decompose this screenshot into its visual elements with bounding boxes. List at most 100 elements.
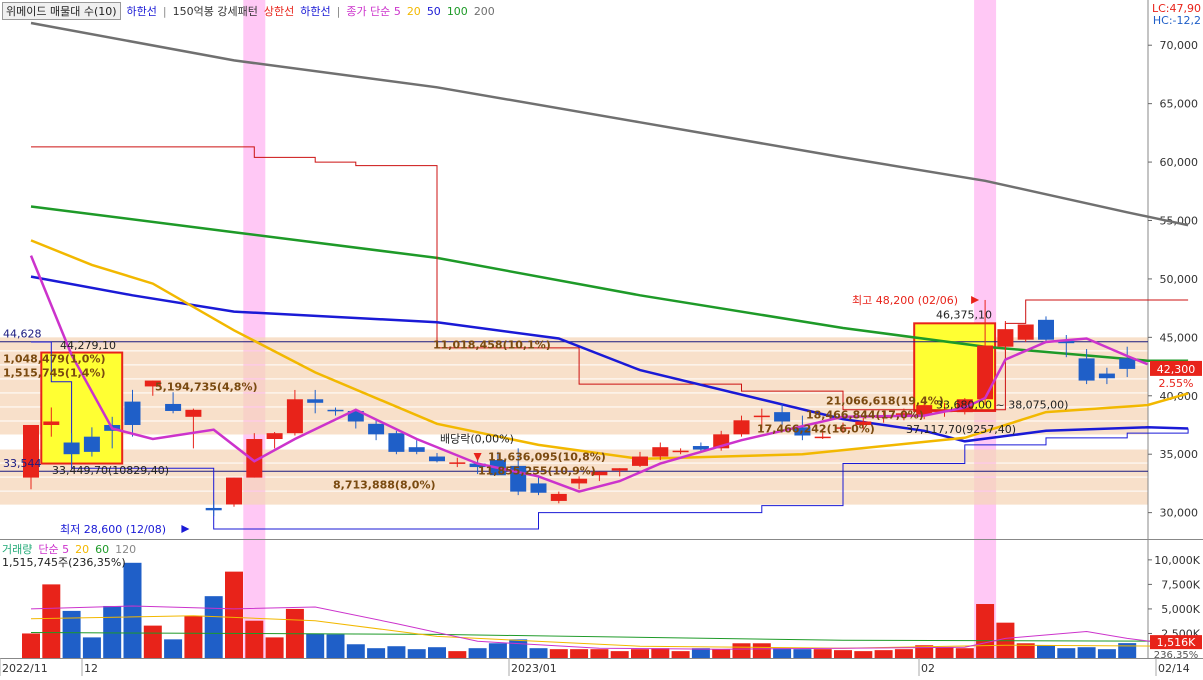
candle-body	[83, 436, 100, 452]
price-chart-panel[interactable]: 70,000 65,000 60,000 55,000 50,000 45,000 40,0…	[0, 0, 1203, 540]
range-label: 33,680,00 ~ 38,075,00)	[936, 399, 1068, 412]
volume-bar	[813, 649, 832, 658]
candle-body	[327, 409, 344, 412]
y-tick-label: 50,000	[1160, 273, 1199, 286]
volume-profile-label: 18,466,844(17,0%)	[806, 408, 924, 421]
volume-bar	[407, 649, 426, 658]
candle-body	[753, 415, 770, 418]
legend-upper: 상한선	[263, 5, 295, 18]
candle-body	[1078, 358, 1095, 381]
low-annotation: 최저 28,600 (12/08)	[60, 523, 166, 536]
volume-profile-label: 11,636,095(10,8%)	[488, 451, 606, 464]
indicator-legend: 위메이드 매물대 수(10) 하한선 | 150억봉 강세패턴 상한선 하한선 …	[2, 2, 495, 20]
volume-summary: 1,515,745주(236,35%)	[2, 556, 126, 569]
candle-body	[449, 462, 466, 464]
volume-bar	[428, 647, 446, 658]
date-label: 2023/01	[511, 662, 557, 675]
volume-bar	[529, 648, 548, 658]
change-percent-value: 2.55%	[1159, 377, 1194, 390]
legend-ma50: 50	[426, 4, 441, 18]
volume-bar	[448, 651, 467, 658]
box1-bottom-label: 33,449,70(10829,40)	[52, 464, 169, 477]
candle-body	[1017, 324, 1034, 340]
high-annotation: 최고 48,200 (02/06)	[852, 294, 958, 307]
volume-percent-value: 236.35%	[1154, 650, 1199, 658]
volume-chart-panel[interactable]: 10,000K 7,500K 5,000K 2,500K 1,516K 236.35% 거…	[0, 540, 1203, 661]
indicator-title[interactable]: 위메이드 매물대 수(10)	[2, 2, 121, 20]
volume-bar	[752, 643, 771, 658]
candle-body	[977, 345, 994, 400]
volume-bar	[204, 596, 223, 658]
date-axis-svg: 2022/11 12 2023/01 02 02/14	[0, 658, 1203, 676]
legend-ma20: 20	[406, 4, 421, 18]
volume-tick-label: 5,000K	[1161, 603, 1200, 616]
candle-body	[63, 442, 80, 455]
volume-bar	[671, 651, 690, 658]
date-axis: 2022/11 12 2023/01 02 02/14	[0, 658, 1203, 676]
y-tick-label: 35,000	[1160, 448, 1199, 461]
candle-body	[408, 447, 425, 452]
volume-profile-zone	[0, 491, 1148, 505]
current-volume-value: 1,516K	[1157, 636, 1196, 649]
volume-bar	[834, 650, 852, 658]
date-label: 2022/11	[2, 662, 48, 675]
volume-bar	[164, 639, 183, 658]
volume-bar	[82, 637, 101, 658]
box2-bottom-label: 37,117,70(9257,40)	[906, 423, 1016, 436]
box1-top-label: 44,279,10	[60, 339, 116, 352]
hc-readout: HC:-12,2	[1152, 14, 1201, 27]
candle-body	[632, 456, 648, 466]
legend-ma-label: 종가 단순 5	[346, 5, 401, 18]
volume-bar	[773, 648, 792, 658]
volume-chart-svg[interactable]: 10,000K7,500K5,000K2,500K1,516K236.35%	[0, 540, 1203, 661]
y-tick-label: 65,000	[1160, 98, 1199, 111]
volume-bar	[265, 637, 284, 658]
volume-bar	[225, 571, 243, 658]
volume-ma5-line	[30, 605, 1189, 650]
volume-bar	[387, 646, 406, 658]
volume-bar	[976, 604, 995, 658]
volume-bar	[874, 650, 893, 658]
volume-bar	[793, 649, 812, 658]
volume-bar	[570, 649, 589, 658]
candle-body	[997, 329, 1014, 347]
volume-ma20-line	[30, 615, 1189, 649]
volume-bar	[732, 643, 751, 658]
volume-bar	[631, 649, 649, 658]
y-tick-label: 70,000	[1160, 39, 1199, 52]
legend-ma200: 200	[473, 4, 495, 18]
candle-body	[124, 401, 141, 425]
volume-profile-label: 1,048,479(1,0%)	[3, 352, 106, 365]
y-tick-label: 30,000	[1160, 507, 1199, 520]
candle-body	[226, 477, 242, 505]
y-tick-label: 45,000	[1160, 331, 1199, 344]
volume-bar	[651, 648, 670, 658]
candle-body	[266, 433, 283, 440]
legend-ma100: 100	[446, 4, 468, 18]
low-arrow-icon	[181, 524, 190, 533]
volume-profile-label: 5,194,735(4,8%)	[155, 380, 258, 393]
volume-ma60-line	[30, 632, 1189, 642]
legend-pattern: 150억봉 강세패턴	[172, 5, 258, 18]
volume-bar	[103, 605, 122, 658]
candle-body	[286, 399, 303, 434]
volume-bar	[610, 651, 629, 658]
price-chart-svg[interactable]: 70,00065,00060,00055,00050,00045,00040,0…	[0, 0, 1203, 540]
volume-tick-label: 10,000K	[1154, 554, 1200, 567]
volume-bar	[143, 625, 162, 658]
candle-body	[774, 412, 791, 422]
legend-lower-band: 하한선	[126, 5, 157, 18]
candle-body	[185, 409, 202, 417]
candle-body	[1098, 373, 1115, 379]
volume-bar	[894, 649, 913, 658]
y-tick-label: 60,000	[1160, 156, 1199, 169]
volume-bar	[22, 633, 40, 658]
volume-profile-label: 1,515,745(1,4%)	[3, 366, 106, 379]
candle-body	[165, 403, 182, 411]
volume-bar	[1057, 648, 1076, 658]
volume-bar	[935, 647, 954, 658]
candle-body	[530, 483, 547, 493]
candle-body	[652, 447, 669, 457]
volume-tick-label: 7,500K	[1161, 578, 1200, 591]
volume-bar	[488, 643, 507, 658]
